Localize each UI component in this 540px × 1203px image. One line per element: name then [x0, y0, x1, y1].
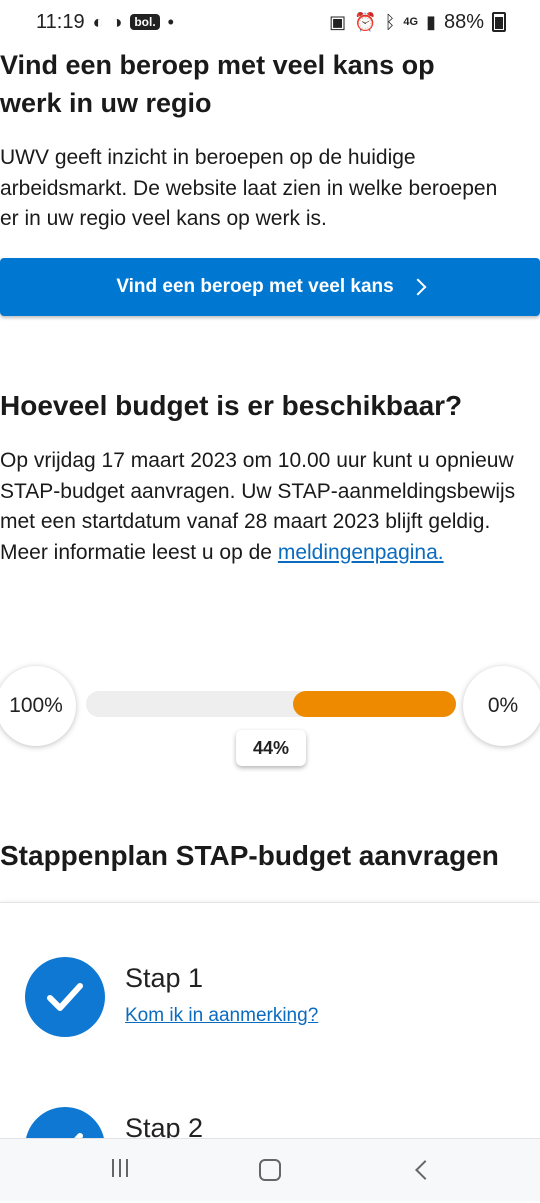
gauge-max-label: 100% [0, 666, 76, 746]
back-button[interactable] [408, 1159, 436, 1183]
android-icon: ▣ [329, 12, 347, 32]
checkmark-icon [25, 957, 105, 1037]
step-1-link[interactable]: Kom ik in aanmerking? [125, 1005, 318, 1027]
recent-apps-button[interactable] [106, 1159, 134, 1183]
section-text-budget: Op vrijdag 17 maart 2023 om 10.00 uur ku… [0, 446, 540, 568]
budget-percentage-badge: 44% [236, 730, 306, 766]
messenger-icon: ◐ [92, 12, 104, 32]
messenger-icon: ◑ [111, 12, 123, 32]
gauge-min-label: 0% [463, 666, 540, 746]
section-title-stappenplan: Stappenplan STAP-budget aanvragen [0, 840, 499, 871]
budget-progress-track [86, 691, 456, 717]
status-left: 11:19 ◐ ◑ bol. • [36, 11, 174, 34]
bluetooth-icon: ᛒ [384, 12, 396, 32]
status-right: ▣ ⏰ ᛒ 4G ▮ 88% [329, 11, 506, 34]
dot-icon: • [167, 12, 174, 32]
vind-beroep-button-label: Vind een beroep met veel kans [116, 276, 394, 297]
recent-apps-icon [106, 1159, 134, 1177]
section-title-budget: Hoeveel budget is er beschikbaar? [0, 390, 463, 421]
4g-icon: 4G [403, 15, 419, 28]
bol-icon: bol. [130, 14, 160, 30]
section-title-vind-beroep: Vind een beroep met veel kans op werk in… [0, 50, 435, 118]
step-1-label: Stap 1 [125, 963, 204, 993]
status-bar: 11:19 ◐ ◑ bol. • ▣ ⏰ ᛒ 4G ▮ 88% [0, 0, 540, 44]
meldingenpagina-link[interactable]: meldingenpagina. [278, 541, 444, 564]
home-icon [259, 1159, 281, 1181]
vind-beroep-button[interactable]: Vind een beroep met veel kans [0, 258, 540, 316]
status-time: 11:19 [36, 10, 85, 33]
budget-progress-fill [293, 691, 456, 717]
alarm-icon: ⏰ [354, 12, 377, 32]
section-text-vind-beroep: UWV geeft inzicht in beroepen op de huid… [0, 146, 498, 230]
battery-icon [492, 12, 506, 32]
signal-icon: ▮ [426, 12, 436, 32]
chevron-right-icon [409, 278, 427, 296]
back-icon [415, 1160, 435, 1180]
battery-percent: 88% [443, 10, 484, 33]
home-button[interactable] [256, 1159, 284, 1183]
navigation-bar [0, 1138, 540, 1201]
